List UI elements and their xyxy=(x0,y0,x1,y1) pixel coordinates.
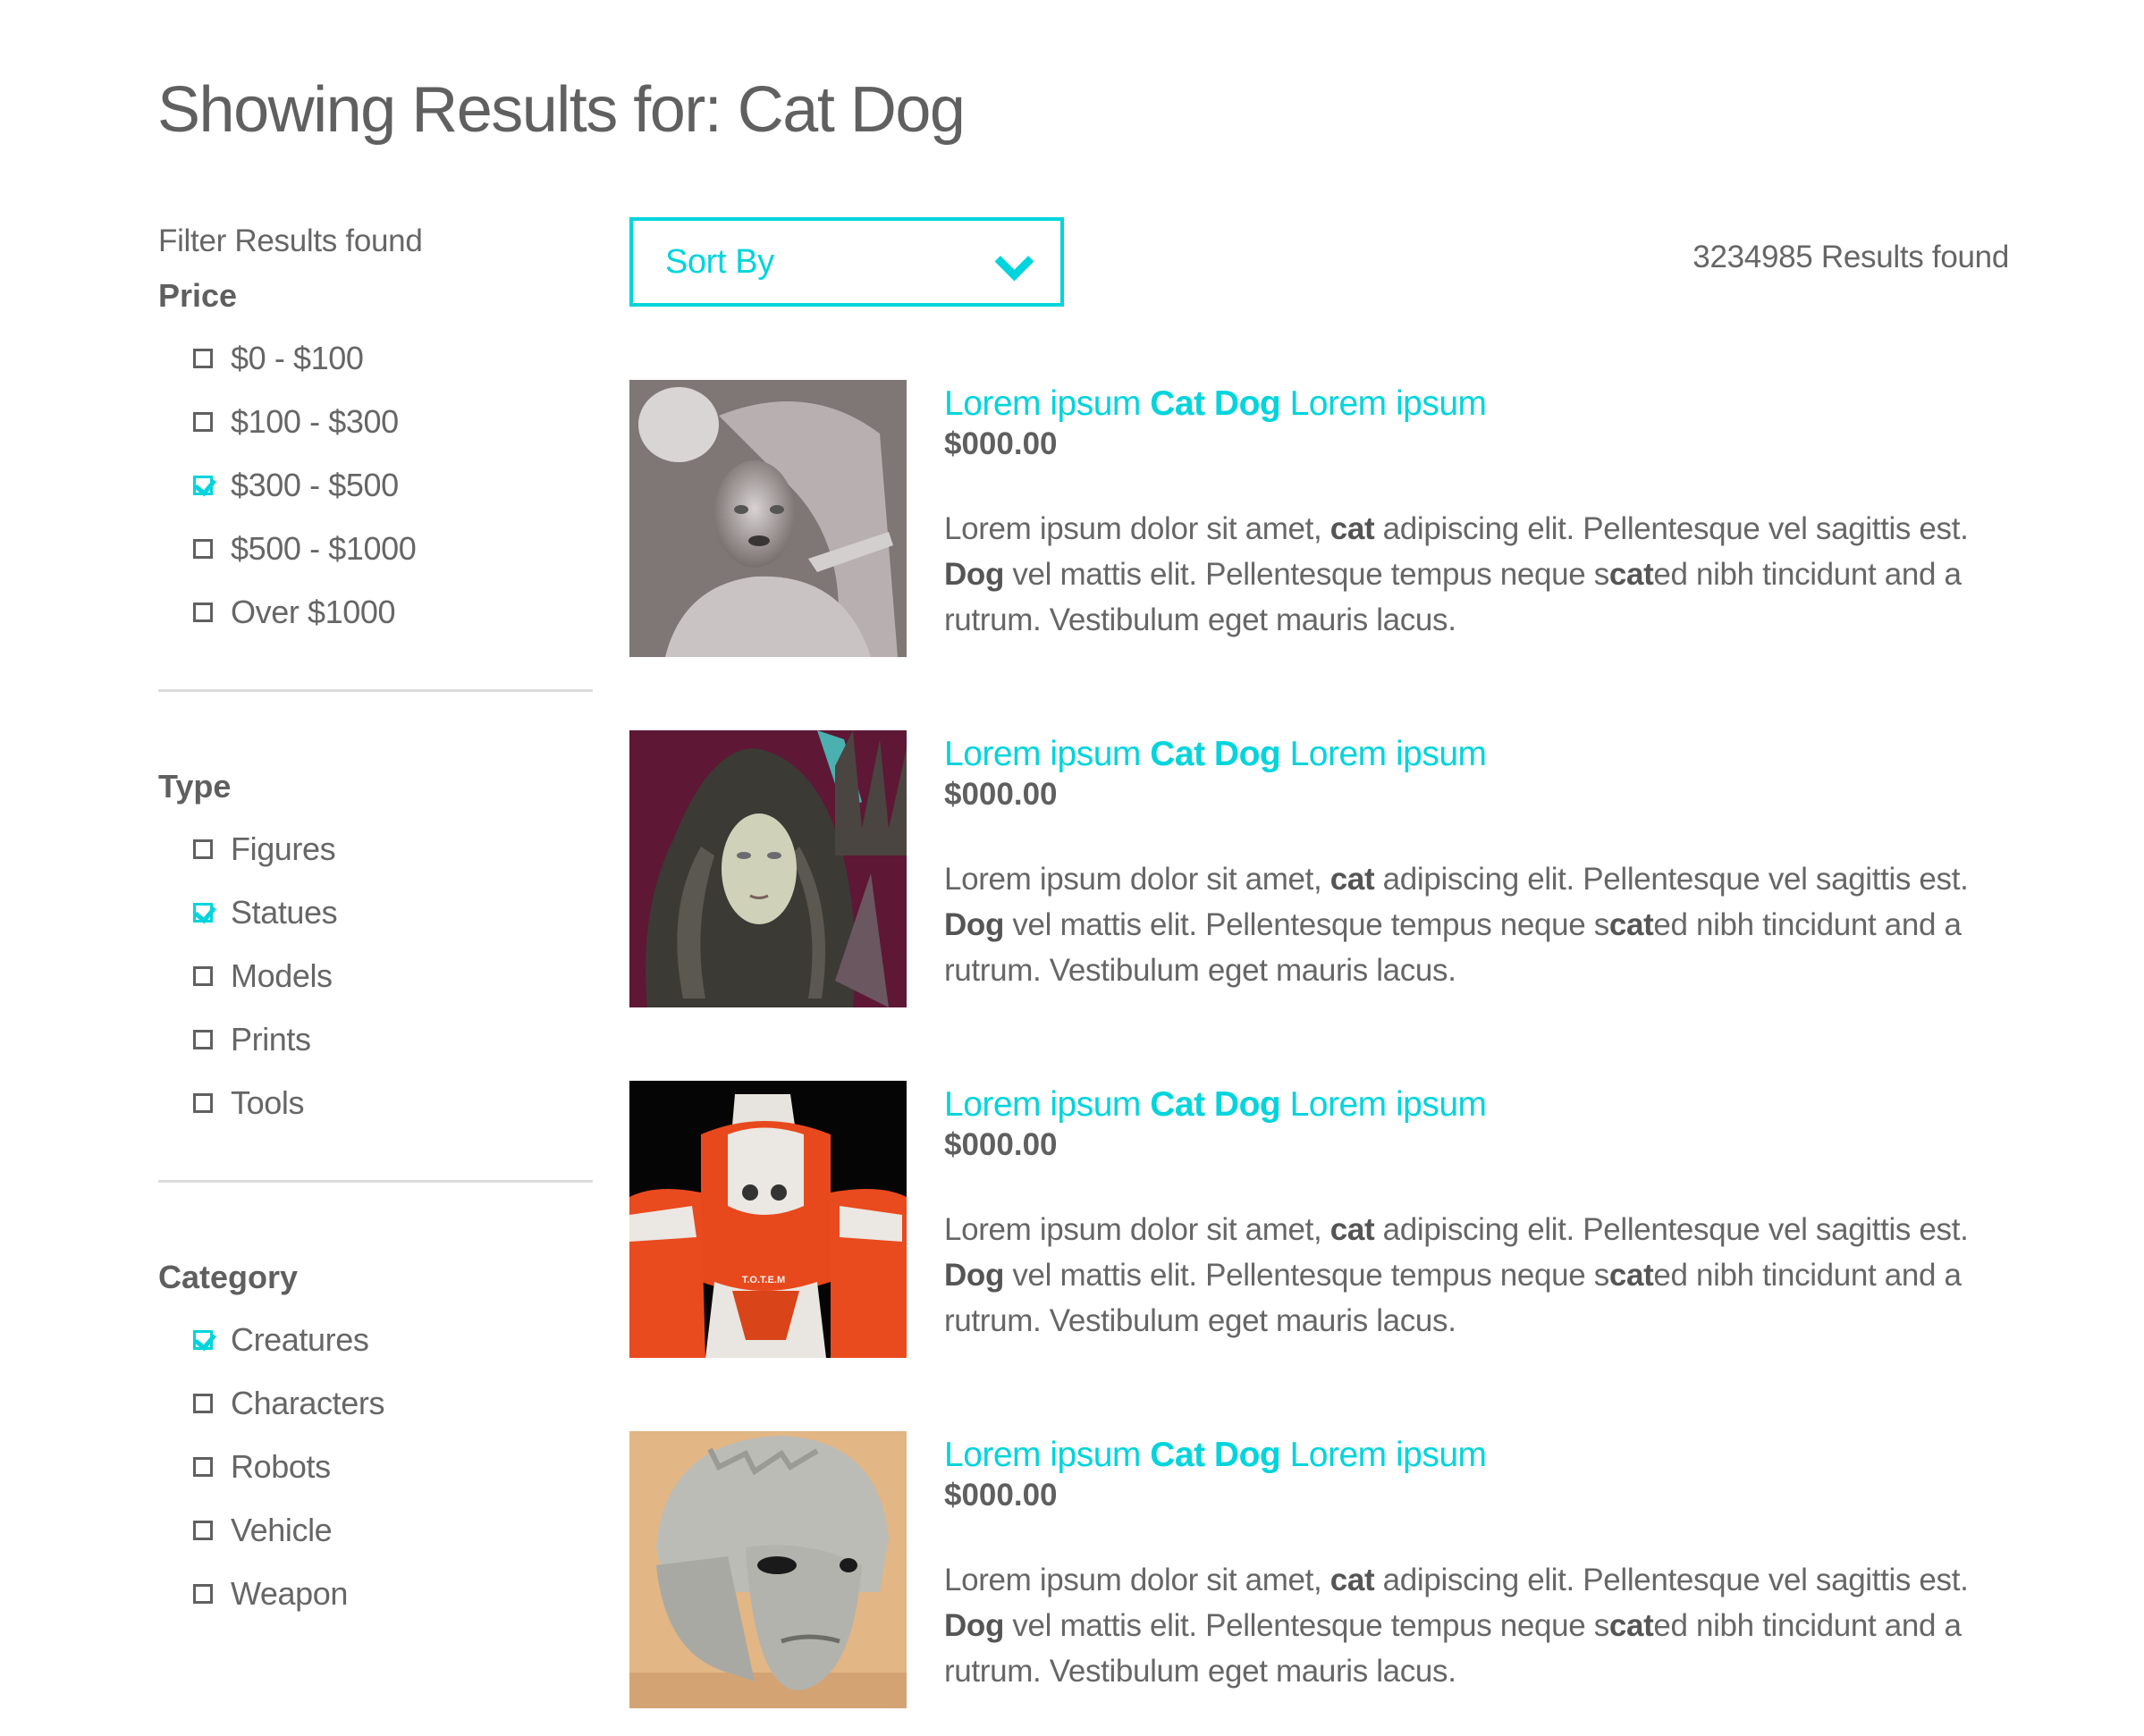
filter-option-label: $300 - $500 xyxy=(231,466,399,503)
filter-group-title: Category xyxy=(158,1259,299,1295)
skeleton-statue-image xyxy=(629,380,907,657)
filter-option[interactable]: Creatures xyxy=(158,1308,593,1371)
result-item: T.O.T.E.M Lorem ipsum Cat Dog Lorem ipsu… xyxy=(629,1081,2024,1360)
filter-option-label: Creatures xyxy=(231,1320,369,1358)
checkbox[interactable] xyxy=(193,839,213,859)
filter-option[interactable]: Robots xyxy=(158,1435,593,1498)
checkbox[interactable] xyxy=(193,1456,213,1477)
filter-option-label: $100 - $300 xyxy=(231,402,399,440)
filter-option-label: Models xyxy=(231,956,333,994)
result-price: $000.00 xyxy=(944,1127,1058,1162)
checkbox[interactable] xyxy=(193,1520,213,1540)
filter-option-label: Statues xyxy=(231,893,338,931)
filter-option-label: Prints xyxy=(231,1020,311,1058)
filter-option[interactable]: Vehicle xyxy=(158,1498,593,1562)
sort-by-label: Sort By xyxy=(665,242,774,281)
filter-option[interactable]: $300 - $500 xyxy=(158,453,593,517)
filter-option-label: Robots xyxy=(231,1447,331,1485)
filter-option[interactable]: $500 - $1000 xyxy=(158,517,593,580)
result-price: $000.00 xyxy=(944,426,1058,461)
filter-sidebar: Filter Results found Price $0 - $100 $10… xyxy=(158,219,593,1625)
product-image[interactable]: T.O.T.E.M xyxy=(629,1081,907,1358)
filter-option-label: Characters xyxy=(231,1384,385,1421)
filter-option-label: $0 - $100 xyxy=(231,339,364,376)
filter-option[interactable]: Characters xyxy=(158,1371,593,1435)
filter-group-title: Price xyxy=(158,277,238,314)
checkbox[interactable] xyxy=(193,1393,213,1413)
filter-option[interactable]: Weapon xyxy=(158,1562,593,1625)
filter-heading: Filter Results found xyxy=(158,223,423,258)
sort-by-dropdown[interactable]: Sort By xyxy=(629,217,1064,307)
filter-option-label: Figures xyxy=(231,830,336,867)
result-description: Lorem ipsum dolor sit amet, cat adipisci… xyxy=(944,1212,1969,1338)
result-info: Lorem ipsum Cat Dog Lorem ipsum $000.00 … xyxy=(944,730,2017,993)
page-title: Showing Results for: Cat Dog xyxy=(157,74,966,146)
filter-option[interactable]: Tools xyxy=(158,1071,593,1134)
checkbox[interactable] xyxy=(193,965,213,986)
filter-group-title: Type xyxy=(158,768,232,805)
checkbox[interactable] xyxy=(193,538,213,559)
checkbox-checked[interactable] xyxy=(193,902,213,923)
checkbox[interactable] xyxy=(193,602,213,622)
result-price: $000.00 xyxy=(944,1478,1058,1513)
product-image[interactable] xyxy=(629,730,907,1007)
filter-option[interactable]: Prints xyxy=(158,1007,593,1071)
checkbox[interactable] xyxy=(193,1583,213,1604)
results-count: 3234985 Results found xyxy=(1692,240,2009,274)
filter-option[interactable]: Over $1000 xyxy=(158,580,593,644)
three-faced-helmet-bust-image xyxy=(629,1431,907,1708)
checkbox-checked[interactable] xyxy=(193,1329,213,1350)
filter-group-price: Price $0 - $100 $100 - $300 $300 - $500 … xyxy=(158,276,593,644)
result-item: Lorem ipsum Cat Dog Lorem ipsum $000.00 … xyxy=(629,1431,2024,1710)
chevron-down-icon xyxy=(994,241,1034,282)
checkbox[interactable] xyxy=(193,1029,213,1049)
filter-option[interactable]: $0 - $100 xyxy=(158,326,593,390)
result-description: Lorem ipsum dolor sit amet, cat adipisci… xyxy=(944,1563,1969,1689)
svg-text:T.O.T.E.M: T.O.T.E.M xyxy=(742,1275,785,1285)
checkbox[interactable] xyxy=(193,348,213,368)
checkbox-checked[interactable] xyxy=(193,475,213,495)
result-title-link[interactable]: Lorem ipsum Cat Dog Lorem ipsum xyxy=(944,1435,1487,1476)
filter-option[interactable]: Figures xyxy=(158,817,593,881)
result-title-link[interactable]: Lorem ipsum Cat Dog Lorem ipsum xyxy=(944,734,1487,775)
result-item: Lorem ipsum Cat Dog Lorem ipsum $000.00 … xyxy=(629,380,2024,659)
result-info: Lorem ipsum Cat Dog Lorem ipsum $000.00 … xyxy=(944,1431,2017,1694)
checkbox[interactable] xyxy=(193,411,213,432)
result-description: Lorem ipsum dolor sit amet, cat adipisci… xyxy=(944,511,1969,637)
orange-robot-figure-image: T.O.T.E.M xyxy=(629,1081,907,1358)
result-info: Lorem ipsum Cat Dog Lorem ipsum $000.00 … xyxy=(944,1081,2017,1344)
result-price: $000.00 xyxy=(944,777,1058,812)
filter-option-label: Over $1000 xyxy=(231,593,396,630)
filter-option[interactable]: Models xyxy=(158,944,593,1007)
product-image[interactable] xyxy=(629,380,907,657)
divider xyxy=(158,689,593,692)
checkbox[interactable] xyxy=(193,1092,213,1113)
alien-queen-statue-image xyxy=(629,730,907,1007)
filter-option-label: Vehicle xyxy=(231,1511,333,1548)
divider xyxy=(158,1180,593,1183)
result-description: Lorem ipsum dolor sit amet, cat adipisci… xyxy=(944,862,1969,988)
filter-option-label: $500 - $1000 xyxy=(231,529,417,567)
filter-option-label: Tools xyxy=(231,1083,305,1121)
result-title-link[interactable]: Lorem ipsum Cat Dog Lorem ipsum xyxy=(944,1084,1487,1125)
filter-group-type: Type Figures Statues Models Prints Tools xyxy=(158,767,593,1134)
result-item: Lorem ipsum Cat Dog Lorem ipsum $000.00 … xyxy=(629,730,2024,1009)
filter-group-category: Category Creatures Characters Robots Veh… xyxy=(158,1258,593,1625)
product-image[interactable] xyxy=(629,1431,907,1708)
filter-option[interactable]: $100 - $300 xyxy=(158,390,593,453)
filter-option[interactable]: Statues xyxy=(158,881,593,944)
filter-option-label: Weapon xyxy=(231,1574,349,1612)
result-title-link[interactable]: Lorem ipsum Cat Dog Lorem ipsum xyxy=(944,383,1487,425)
result-info: Lorem ipsum Cat Dog Lorem ipsum $000.00 … xyxy=(944,380,2017,643)
